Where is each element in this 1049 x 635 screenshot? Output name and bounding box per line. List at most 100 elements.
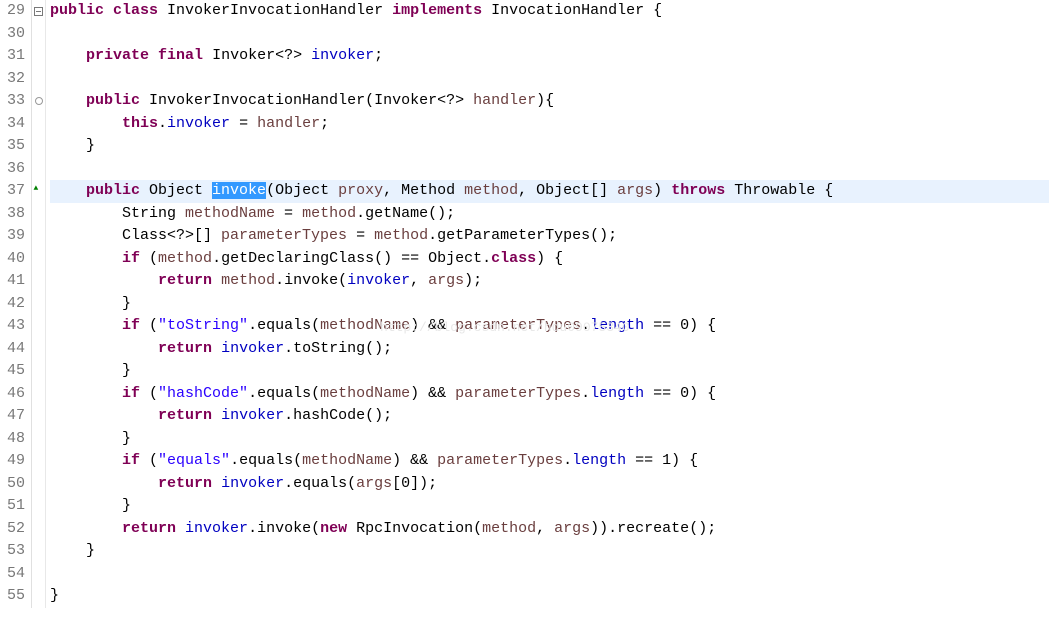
token-p: .getParameterTypes(); [428, 227, 617, 244]
token-p: } [50, 362, 131, 379]
fold-marker[interactable] [32, 495, 45, 518]
code-editor[interactable]: 2930313233343536373839404142434445464748… [0, 0, 1049, 608]
line-number[interactable]: 29 [4, 0, 25, 23]
line-number[interactable]: 37 [4, 180, 25, 203]
line-number[interactable]: 52 [4, 518, 25, 541]
token-str: "equals" [158, 452, 230, 469]
line-number[interactable]: 49 [4, 450, 25, 473]
fold-marker[interactable] [32, 360, 45, 383]
line-number[interactable]: 47 [4, 405, 25, 428]
line-number-gutter[interactable]: 2930313233343536373839404142434445464748… [0, 0, 32, 608]
fold-marker[interactable] [32, 270, 45, 293]
fold-marker[interactable] [32, 0, 45, 23]
fold-marker[interactable] [32, 45, 45, 68]
line-number[interactable]: 51 [4, 495, 25, 518]
line-number[interactable]: 48 [4, 428, 25, 451]
token-kw: new [320, 520, 347, 537]
code-area[interactable]: public class InvokerInvocationHandler im… [46, 0, 1049, 608]
fold-marker[interactable] [32, 23, 45, 46]
code-line[interactable]: } [50, 428, 1049, 451]
line-number[interactable]: 54 [4, 563, 25, 586]
token-field: invoker [347, 272, 410, 289]
token-p: . [581, 317, 590, 334]
override-icon[interactable] [34, 186, 44, 196]
code-line[interactable]: public class InvokerInvocationHandler im… [50, 0, 1049, 23]
code-line[interactable]: return invoker.toString(); [50, 338, 1049, 361]
fold-marker[interactable] [32, 135, 45, 158]
line-number[interactable]: 53 [4, 540, 25, 563]
code-line[interactable]: public Object invoke(Object proxy, Metho… [50, 180, 1049, 203]
selected-text: invoke [212, 182, 266, 199]
line-number[interactable]: 35 [4, 135, 25, 158]
code-line[interactable]: return method.invoke(invoker, args); [50, 270, 1049, 293]
fold-marker[interactable] [32, 563, 45, 586]
fold-marker[interactable] [32, 68, 45, 91]
line-number[interactable]: 36 [4, 158, 25, 181]
line-number[interactable]: 45 [4, 360, 25, 383]
token-p [50, 47, 86, 64]
line-number[interactable]: 39 [4, 225, 25, 248]
fold-marker[interactable] [32, 180, 45, 203]
code-line[interactable]: this.invoker = handler; [50, 113, 1049, 136]
fold-marker[interactable] [32, 428, 45, 451]
fold-marker[interactable] [32, 158, 45, 181]
code-line[interactable]: private final Invoker<?> invoker; [50, 45, 1049, 68]
line-number[interactable]: 41 [4, 270, 25, 293]
code-line[interactable]: return invoker.equals(args[0]); [50, 473, 1049, 496]
code-line[interactable]: return invoker.hashCode(); [50, 405, 1049, 428]
collapse-icon[interactable] [34, 7, 43, 16]
code-line[interactable]: Class<?>[] parameterTypes = method.getPa… [50, 225, 1049, 248]
fold-marker[interactable] [32, 338, 45, 361]
code-line[interactable]: public InvokerInvocationHandler(Invoker<… [50, 90, 1049, 113]
line-number[interactable]: 30 [4, 23, 25, 46]
fold-marker[interactable] [32, 450, 45, 473]
code-line[interactable]: if ("equals".equals(methodName) && param… [50, 450, 1049, 473]
line-number[interactable]: 38 [4, 203, 25, 226]
code-line[interactable]: return invoker.invoke(new RpcInvocation(… [50, 518, 1049, 541]
code-line[interactable]: if ("toString".equals(methodName) && par… [50, 315, 1049, 338]
breakpoint-icon[interactable] [35, 97, 43, 105]
code-line[interactable]: } [50, 540, 1049, 563]
fold-marker[interactable] [32, 540, 45, 563]
marker-column[interactable] [32, 0, 46, 608]
line-number[interactable]: 46 [4, 383, 25, 406]
fold-marker[interactable] [32, 405, 45, 428]
line-number[interactable]: 55 [4, 585, 25, 608]
code-line[interactable]: if ("hashCode".equals(methodName) && par… [50, 383, 1049, 406]
line-number[interactable]: 32 [4, 68, 25, 91]
fold-marker[interactable] [32, 225, 45, 248]
line-number[interactable]: 33 [4, 90, 25, 113]
code-line[interactable] [50, 158, 1049, 181]
code-line[interactable]: } [50, 585, 1049, 608]
line-number[interactable]: 42 [4, 293, 25, 316]
fold-marker[interactable] [32, 518, 45, 541]
code-line[interactable] [50, 68, 1049, 91]
code-line[interactable]: } [50, 495, 1049, 518]
code-line[interactable]: String methodName = method.getName(); [50, 203, 1049, 226]
line-number[interactable]: 50 [4, 473, 25, 496]
line-number[interactable]: 44 [4, 338, 25, 361]
code-line[interactable]: } [50, 135, 1049, 158]
token-kw: return [158, 340, 212, 357]
line-number[interactable]: 40 [4, 248, 25, 271]
fold-marker[interactable] [32, 585, 45, 608]
code-line[interactable]: } [50, 360, 1049, 383]
fold-marker[interactable] [32, 203, 45, 226]
fold-marker[interactable] [32, 293, 45, 316]
line-number[interactable]: 43 [4, 315, 25, 338]
token-kw: return [122, 520, 176, 537]
fold-marker[interactable] [32, 248, 45, 271]
code-line[interactable] [50, 23, 1049, 46]
fold-marker[interactable] [32, 315, 45, 338]
line-number[interactable]: 31 [4, 45, 25, 68]
line-number[interactable]: 34 [4, 113, 25, 136]
fold-marker[interactable] [32, 473, 45, 496]
code-line[interactable]: } [50, 293, 1049, 316]
code-line[interactable] [50, 563, 1049, 586]
token-var: handler [473, 92, 536, 109]
fold-marker[interactable] [32, 90, 45, 113]
fold-marker[interactable] [32, 383, 45, 406]
token-p: ) [653, 182, 671, 199]
fold-marker[interactable] [32, 113, 45, 136]
code-line[interactable]: if (method.getDeclaringClass() == Object… [50, 248, 1049, 271]
